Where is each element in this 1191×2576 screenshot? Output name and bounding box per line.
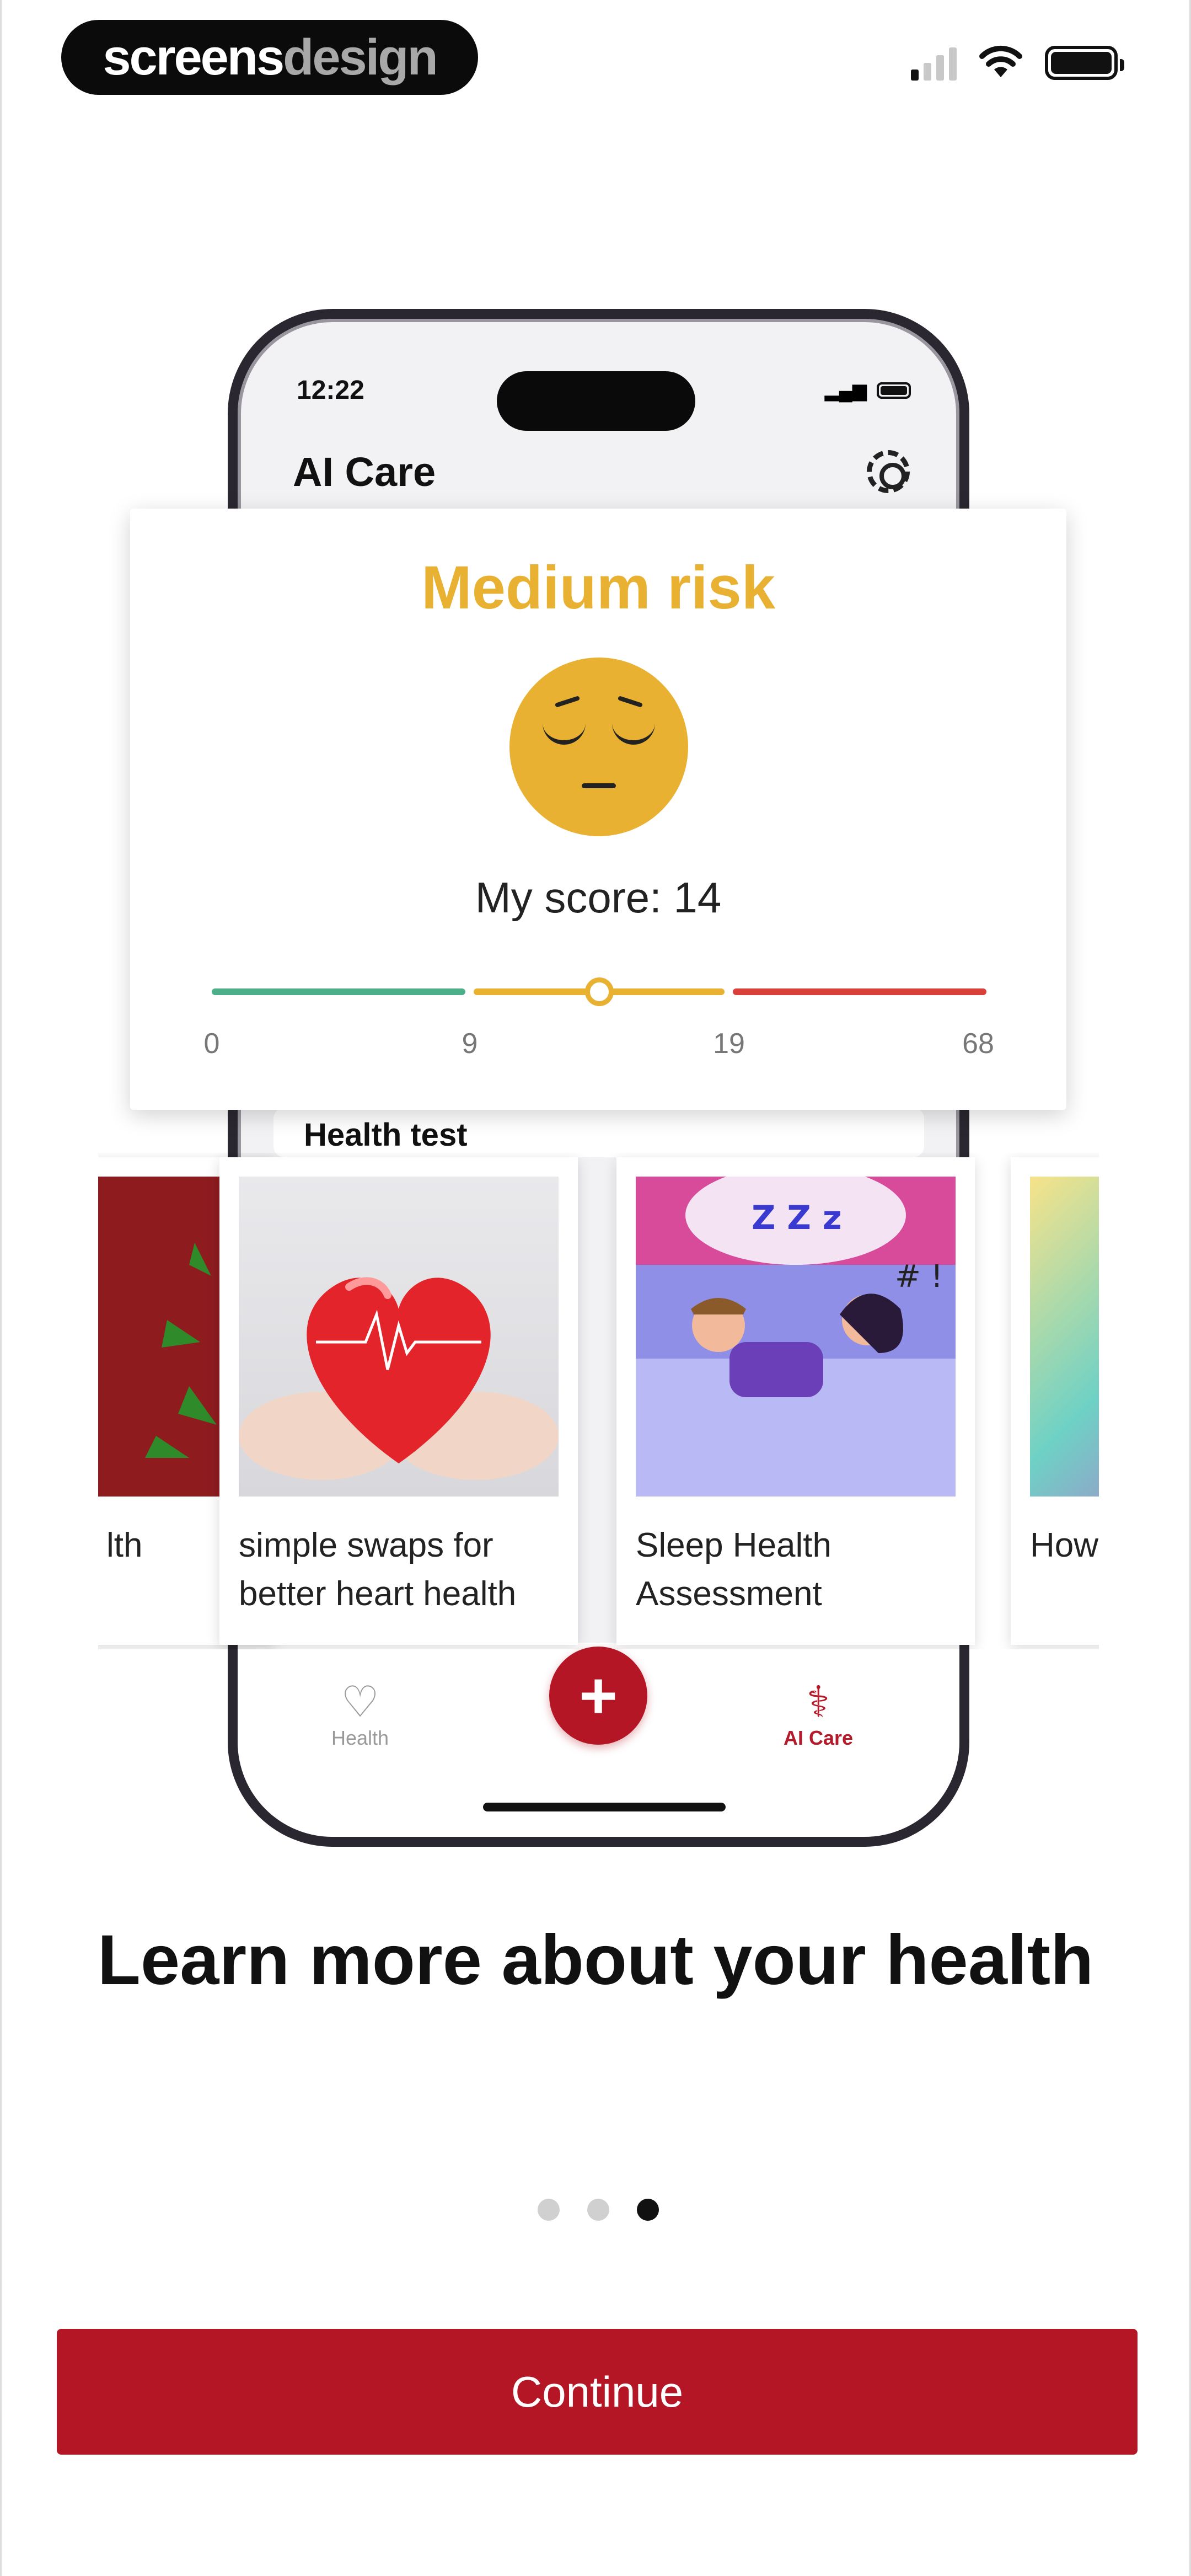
onboarding-screen: screens design 12:22 ▂▄▆ AI Care Health t… xyxy=(0,0,1191,2576)
low-risk-segment xyxy=(212,988,465,995)
heart-in-hands-image xyxy=(239,1177,559,1497)
onboarding-headline: Learn more about your health xyxy=(97,1921,1094,2000)
phone-signal-icon: ▂▄▆ xyxy=(824,380,867,401)
settings-gear-icon[interactable] xyxy=(867,450,910,493)
article-caption: simple swaps for better heart health xyxy=(239,1526,517,1613)
phone-page-title: AI Care xyxy=(293,449,436,495)
home-indicator xyxy=(483,1803,726,1811)
article-card[interactable]: Z Z z # ! Sleep Health Assessment xyxy=(616,1157,975,1645)
scale-tick-19: 19 xyxy=(713,1028,745,1060)
article-caption: Sleep Health Assessment xyxy=(636,1526,832,1613)
add-button[interactable]: + xyxy=(549,1647,647,1745)
page-dot[interactable] xyxy=(538,2199,560,2221)
phone-status-time: 12:22 xyxy=(297,376,364,405)
plus-icon: + xyxy=(578,1659,618,1733)
health-test-section: Health test xyxy=(273,1108,924,1157)
stethoscope-icon: ⚕ xyxy=(806,1677,830,1726)
tab-health[interactable]: ♡ Health xyxy=(331,1677,389,1750)
article-card[interactable]: simple swaps for better heart health xyxy=(219,1157,578,1645)
article-caption: How Been xyxy=(1030,1526,1099,1564)
article-card[interactable]: How Been xyxy=(1011,1157,1099,1645)
scale-tick-68: 68 xyxy=(962,1028,994,1060)
tab-ai-care-label: AI Care xyxy=(784,1727,854,1749)
section-title: Health test xyxy=(304,1117,468,1153)
tab-health-label: Health xyxy=(331,1727,389,1749)
cellular-signal-icon xyxy=(911,45,957,81)
neutral-face-emoji-icon xyxy=(509,658,688,836)
phone-status-icons: ▂▄▆ xyxy=(825,380,911,402)
logo-text-2: design xyxy=(283,29,438,85)
risk-scale xyxy=(212,977,986,1006)
couple-sleeping-snoring-image: Z Z z # ! xyxy=(636,1177,956,1497)
svg-text:Z Z z: Z Z z xyxy=(752,1199,842,1237)
wifi-icon xyxy=(979,45,1022,77)
score-marker xyxy=(584,977,614,1006)
continue-button[interactable]: Continue xyxy=(57,2329,1138,2455)
risk-result-card: Medium risk My score: 14 0 9 19 68 xyxy=(130,509,1066,1110)
colorful-head-profile-image xyxy=(1030,1177,1099,1497)
screensdesign-logo: screens design xyxy=(61,20,478,95)
articles-carousel[interactable]: lth simple swaps for better heart health xyxy=(98,1153,1099,1649)
status-icons xyxy=(911,45,1124,81)
battery-icon xyxy=(1045,46,1124,80)
continue-button-label: Continue xyxy=(511,2367,684,2416)
page-dot-active[interactable] xyxy=(637,2199,659,2221)
page-indicator xyxy=(538,2199,659,2221)
tab-ai-care[interactable]: ⚕ AI Care xyxy=(784,1677,854,1750)
risk-level-title: Medium risk xyxy=(421,554,775,622)
dynamic-island xyxy=(497,371,695,431)
score-text: My score: 14 xyxy=(475,873,722,922)
phone-battery-icon xyxy=(877,382,911,399)
heart-plus-icon: ♡ xyxy=(341,1677,379,1726)
scale-tick-9: 9 xyxy=(462,1028,478,1060)
page-dot[interactable] xyxy=(587,2199,609,2221)
high-risk-segment xyxy=(733,988,986,995)
svg-text:# !: # ! xyxy=(895,1259,943,1295)
logo-text-1: screens xyxy=(103,29,285,85)
scale-tick-0: 0 xyxy=(203,1028,220,1060)
